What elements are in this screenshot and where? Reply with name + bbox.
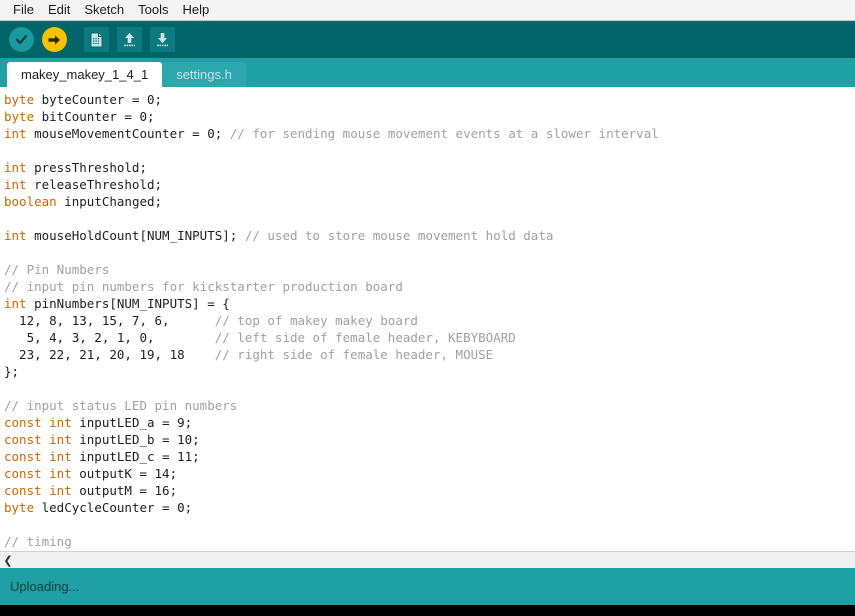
tab-settings-h[interactable]: settings.h — [162, 62, 246, 87]
code-line: const int outputM = 16; — [4, 482, 855, 499]
code-token-pln: inputChanged; — [56, 194, 163, 209]
code-token-kw: int — [4, 160, 27, 175]
code-line: int releaseThreshold; — [4, 176, 855, 193]
code-token-kw: boolean — [4, 194, 57, 209]
code-token-pln: bitCounter = 0; — [34, 109, 155, 124]
menu-item-tools[interactable]: Tools — [131, 0, 175, 20]
menu-item-edit[interactable]: Edit — [41, 0, 77, 20]
code-line: byte bitCounter = 0; — [4, 108, 855, 125]
code-token-pln: 23, 22, 21, 20, 19, 18 — [4, 347, 215, 362]
console-output — [0, 605, 855, 616]
code-token-cm: // for sending mouse movement events at … — [229, 126, 659, 141]
code-line: 23, 22, 21, 20, 19, 18 // right side of … — [4, 346, 855, 363]
menu-bar: File Edit Sketch Tools Help — [0, 0, 855, 21]
code-token-pln: outputM = 16; — [71, 483, 178, 498]
code-token-pln: inputLED_c = 11; — [71, 449, 200, 464]
down-arrow-icon — [149, 27, 175, 52]
code-token-kw: byte — [4, 92, 35, 107]
horizontal-scrollbar[interactable]: ❮ — [0, 551, 855, 568]
code-token-cm: // used to store mouse movement hold dat… — [244, 228, 554, 243]
menu-item-sketch[interactable]: Sketch — [77, 0, 131, 20]
checkmark-icon — [8, 27, 34, 52]
code-editor[interactable]: byte byteCounter = 0; byte bitCounter = 0… — [0, 87, 855, 551]
code-token-pln: outputK = 14; — [71, 466, 178, 481]
code-line: // input pin numbers for kickstarter pro… — [4, 278, 855, 295]
code-token-cm: // timing — [4, 534, 72, 549]
new-button[interactable] — [81, 25, 111, 55]
code-line: const int inputLED_a = 9; — [4, 414, 855, 431]
menu-item-file[interactable]: File — [6, 0, 41, 20]
code-token-cm: // left side of female header, KEBYBOARD — [214, 330, 516, 345]
code-line: const int outputK = 14; — [4, 465, 855, 482]
code-token-cm: // input status LED pin numbers — [4, 398, 238, 413]
code-token-kw: byte — [4, 109, 35, 124]
tab-makey-makey[interactable]: makey_makey_1_4_1 — [7, 62, 163, 87]
upload-button[interactable] — [39, 25, 69, 55]
code-token-kw: int — [4, 177, 27, 192]
code-token-cm: // Pin Numbers — [4, 262, 110, 277]
code-line: 5, 4, 3, 2, 1, 0, // left side of female… — [4, 329, 855, 346]
code-token-pln: pressThreshold; — [26, 160, 147, 175]
code-token-pln: inputLED_b = 10; — [71, 432, 200, 447]
code-line: int mouseMovementCounter = 0; // for sen… — [4, 125, 855, 142]
code-token-pln: inputLED_a = 9; — [71, 415, 193, 430]
code-token-pln: 12, 8, 13, 15, 7, 6, — [4, 313, 215, 328]
code-token-cm: // input pin numbers for kickstarter pro… — [4, 279, 403, 294]
code-line: boolean inputChanged; — [4, 193, 855, 210]
code-content: byte byteCounter = 0; byte bitCounter = 0… — [4, 91, 855, 551]
code-token-kw: const int — [4, 432, 72, 447]
code-token-pln: mouseHoldCount[NUM_INPUTS]; — [26, 228, 245, 243]
code-line: int pressThreshold; — [4, 159, 855, 176]
code-line: int pinNumbers[NUM_INPUTS] = { — [4, 295, 855, 312]
tab-bar: makey_makey_1_4_1 settings.h — [0, 58, 855, 87]
right-arrow-icon — [41, 27, 67, 52]
code-token-kw: int — [4, 228, 27, 243]
code-line: // timing — [4, 533, 855, 550]
code-token-pln: byteCounter = 0; — [34, 92, 163, 107]
code-line: byte byteCounter = 0; — [4, 91, 855, 108]
arduino-ide-window: File Edit Sketch Tools Help makey_makey_… — [0, 0, 855, 616]
up-arrow-icon — [116, 27, 142, 52]
open-button[interactable] — [114, 25, 144, 55]
code-line: // input status LED pin numbers — [4, 397, 855, 414]
code-token-pln: pinNumbers[NUM_INPUTS] = { — [26, 296, 230, 311]
scroll-left-arrow-icon[interactable]: ❮ — [0, 552, 16, 568]
status-bar: Uploading... — [0, 568, 855, 605]
code-token-kw: int — [4, 126, 27, 141]
code-token-cm: // right side of female header, MOUSE — [214, 347, 494, 362]
status-message: Uploading... — [10, 579, 80, 594]
code-token-kw: const int — [4, 449, 72, 464]
code-token-kw: int — [4, 296, 27, 311]
code-token-pln: 5, 4, 3, 2, 1, 0, — [4, 330, 215, 345]
code-token-pln: mouseMovementCounter = 0; — [26, 126, 230, 141]
new-document-icon — [83, 27, 109, 52]
code-line: int mouseHoldCount[NUM_INPUTS]; // used … — [4, 227, 855, 244]
code-line: // Pin Numbers — [4, 261, 855, 278]
code-line: }; — [4, 363, 855, 380]
code-token-kw: const int — [4, 483, 72, 498]
code-token-kw: const int — [4, 415, 72, 430]
code-line: const int inputLED_c = 11; — [4, 448, 855, 465]
toolbar — [0, 21, 855, 58]
code-token-kw: const int — [4, 466, 72, 481]
code-token-cm: // top of makey makey board — [214, 313, 418, 328]
code-line: byte ledCycleCounter = 0; — [4, 499, 855, 516]
save-button[interactable] — [147, 25, 177, 55]
verify-button[interactable] — [6, 25, 36, 55]
code-token-kw: byte — [4, 500, 35, 515]
menu-item-help[interactable]: Help — [175, 0, 216, 20]
code-token-pln: }; — [4, 364, 20, 379]
code-line: 12, 8, 13, 15, 7, 6, // top of makey mak… — [4, 312, 855, 329]
code-line: const int inputLED_b = 10; — [4, 431, 855, 448]
code-token-pln: ledCycleCounter = 0; — [34, 500, 193, 515]
code-token-pln: releaseThreshold; — [26, 177, 163, 192]
